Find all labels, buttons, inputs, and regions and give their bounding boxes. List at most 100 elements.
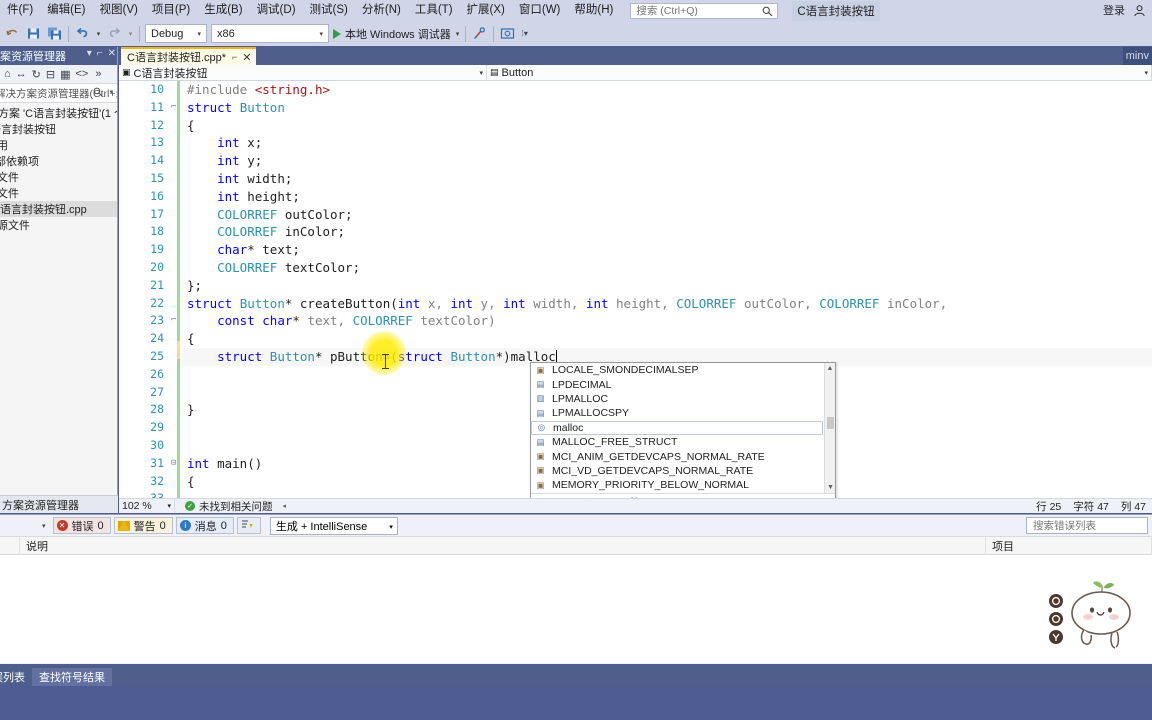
code-line[interactable]: struct Button* createButton(int x, int y… <box>183 295 1152 313</box>
home-icon[interactable]: ⌂ <box>4 68 11 80</box>
code-line[interactable]: COLORREF inColor; <box>183 223 1152 241</box>
chevron-down-icon-5[interactable]: ▾ <box>167 502 171 510</box>
code-line[interactable]: #include <string.h> <box>183 81 1152 99</box>
fold-toggle-icon[interactable]: ⊟ <box>171 455 176 473</box>
code-line[interactable]: struct Button <box>183 99 1152 117</box>
code-line[interactable]: COLORREF outColor; <box>183 206 1152 224</box>
column-project[interactable]: 项目 <box>986 536 1152 555</box>
glyph-margin[interactable] <box>169 81 183 498</box>
run-dropdown-icon[interactable]: ▾ <box>456 30 460 38</box>
code-line[interactable]: char* text; <box>183 241 1152 259</box>
document-tab-active[interactable]: C语言封装按钮.cpp* ⌐ ✕ <box>121 47 256 65</box>
undo-icon[interactable] <box>72 23 93 44</box>
chevron-down-icon-6[interactable]: ▾ <box>389 523 393 531</box>
undo-dropdown-icon[interactable]: ▾ <box>93 23 104 44</box>
breadcrumb-file-combo[interactable]: ▣ C语言封装按钮 ▾ <box>119 65 487 80</box>
menu-item-view[interactable]: 视图(V) <box>93 1 145 20</box>
error-scope-combo[interactable]: 生成 + IntelliSense ▾ <box>269 516 398 535</box>
error-list-rows[interactable] <box>0 555 1152 663</box>
errors-filter-chip[interactable]: ✕ 错误 0 <box>52 517 111 534</box>
error-search-input[interactable] <box>1031 518 1131 533</box>
code-line[interactable]: { <box>183 117 1152 135</box>
panel-pin-icon[interactable]: ⌐ <box>97 48 103 59</box>
panel-dropdown-icon[interactable]: ▾ <box>87 48 92 59</box>
sync-icon[interactable]: ↔ <box>16 68 27 80</box>
toolbar-overflow-icon-2[interactable]: » <box>95 68 101 80</box>
zoom-combo[interactable]: 102 % ▾ <box>119 499 175 513</box>
toolbar-overflow-icon[interactable]: ⁞▾ <box>518 23 531 44</box>
code-line[interactable]: COLORREF textColor; <box>183 259 1152 277</box>
search-options-chevron-icon[interactable]: ▾ <box>109 88 113 96</box>
tree-item-source-files[interactable]: 源文件 <box>0 185 117 201</box>
messages-filter-chip[interactable]: i 消息 0 <box>175 517 234 534</box>
tree-item-project[interactable]: C语言封装按钮 <box>0 121 117 137</box>
back-nav-icon[interactable] <box>2 23 23 44</box>
completion-item[interactable]: ▣ MCI_VD_GETDEVCAPS_NORMAL_RATE <box>531 464 823 478</box>
completion-list[interactable]: ▲ ▼ ▣ LOCALE_SMONDECIMALSEP ▤ LPDECIMAL ▥ LPM… <box>531 363 835 493</box>
document-tab-secondary[interactable]: minv <box>1122 47 1152 65</box>
error-list-search[interactable] <box>1026 517 1148 534</box>
properties-icon[interactable]: <> <box>76 68 89 80</box>
save-icon[interactable] <box>23 23 44 44</box>
code-line[interactable]: int width; <box>183 170 1152 188</box>
menu-item-extensions[interactable]: 扩展(X) <box>460 1 512 20</box>
completion-item[interactable]: ▣ MEMORY_PRIORITY_BELOW_NORMAL <box>531 478 823 492</box>
redo-icon[interactable] <box>104 23 125 44</box>
code-line[interactable]: }; <box>183 277 1152 295</box>
scrollbar-thumb[interactable] <box>827 417 834 429</box>
collapse-all-icon[interactable]: ⊟ <box>46 68 55 81</box>
tree-item-resource-files[interactable]: 资源文件 <box>0 217 117 233</box>
scroll-down-icon[interactable]: ▼ <box>825 482 836 493</box>
attach-process-icon[interactable] <box>469 23 490 44</box>
build-filter-button[interactable] <box>236 517 261 534</box>
close-icon[interactable]: ✕ <box>242 51 251 64</box>
pin-icon[interactable]: ⌐ <box>232 52 237 62</box>
completion-item[interactable]: ◎ malloc <box>531 420 823 435</box>
tree-item-header-files[interactable]: 头文件 <box>0 169 117 185</box>
show-all-files-icon[interactable]: ▦ <box>60 68 70 81</box>
sign-in-label[interactable]: 登录 <box>1103 2 1125 18</box>
tree-item-external-deps[interactable]: 外部依赖项 <box>0 153 117 169</box>
menu-item-project[interactable]: 项目(P) <box>145 1 197 20</box>
chevron-down-icon-3[interactable]: ▾ <box>479 69 483 77</box>
code-line[interactable]: int x; <box>183 134 1152 152</box>
menu-item-test[interactable]: 测试(S) <box>303 1 355 20</box>
warnings-filter-chip[interactable]: 警告 0 <box>113 517 173 534</box>
code-line[interactable]: int height; <box>183 188 1152 206</box>
menu-item-debug[interactable]: 调试(D) <box>250 1 303 20</box>
bottom-tab-error-list[interactable]: 错误列表 <box>0 668 32 686</box>
code-editor-surface[interactable]: 10 11 12 13 14 15 16 17 18 19 20 21 22 23 24 25 26 27 28 29… <box>119 81 1152 498</box>
chevron-down-icon-4[interactable]: ▾ <box>1144 69 1148 77</box>
menu-item-tools[interactable]: 工具(T) <box>408 1 460 20</box>
solution-platform-combo[interactable]: x86 ▾ <box>211 24 329 43</box>
menu-item-analyze[interactable]: 分析(N) <box>355 1 408 20</box>
menu-item-help[interactable]: 帮助(H) <box>567 1 620 20</box>
completion-item[interactable]: ▣ LOCALE_SMONDECIMALSEP <box>531 363 823 377</box>
start-debugging-button[interactable]: 本地 Windows 调试器 ▾ <box>331 23 462 44</box>
error-list-overflow-icon[interactable]: ▾ <box>42 522 46 530</box>
search-input[interactable] <box>634 3 755 18</box>
completion-item[interactable]: ▤ LPDECIMAL <box>531 377 823 391</box>
solution-configuration-combo[interactable]: Debug ▾ <box>145 24 207 43</box>
intellisense-completion-popup[interactable]: ▲ ▼ ▣ LOCALE_SMONDECIMALSEP ▤ LPDECIMAL ▥ LPM… <box>530 362 836 498</box>
fold-toggle-icon[interactable]: ⌐ <box>171 312 176 330</box>
solution-explorer-search[interactable]: 搜索解决方案资源管理器(Ctrl+;) ▾ <box>0 84 117 103</box>
code-line[interactable]: const char* text, COLORREF textColor) <box>183 312 1152 330</box>
breadcrumb-scope-combo[interactable]: ▤ Button ▾ <box>487 65 1152 80</box>
refresh-icon[interactable]: ↻ <box>32 68 41 81</box>
code-line[interactable]: int y; <box>183 152 1152 170</box>
bottom-tab-find-symbol-results[interactable]: 查找符号结果 <box>32 668 112 686</box>
tree-item-solution[interactable]: 解决方案 'C语言封装按钮'(1 个项目/共 1 个) <box>0 105 117 121</box>
menu-item-edit[interactable]: 编辑(E) <box>40 1 92 20</box>
completion-item[interactable]: ▥ LPMALLOC <box>531 392 823 406</box>
menu-item-build[interactable]: 生成(B) <box>197 1 249 20</box>
tree-item-cpp-file[interactable]: C语言封装按钮.cpp <box>0 201 117 217</box>
save-all-icon[interactable] <box>44 23 65 44</box>
account-icon[interactable] <box>1133 4 1146 17</box>
solution-explorer-tab[interactable]: 方案资源管理器 <box>0 495 118 513</box>
completion-item[interactable]: ▤ MALLOC_FREE_STRUCT <box>531 435 823 449</box>
no-issues-status[interactable]: ✓ 未找到相关问题 ◂ <box>185 499 286 514</box>
completion-item[interactable]: ▣ MCI_ANIM_GETDEVCAPS_NORMAL_RATE <box>531 449 823 463</box>
code-line[interactable]: { <box>183 330 1152 348</box>
quick-launch-search[interactable] <box>630 2 779 19</box>
